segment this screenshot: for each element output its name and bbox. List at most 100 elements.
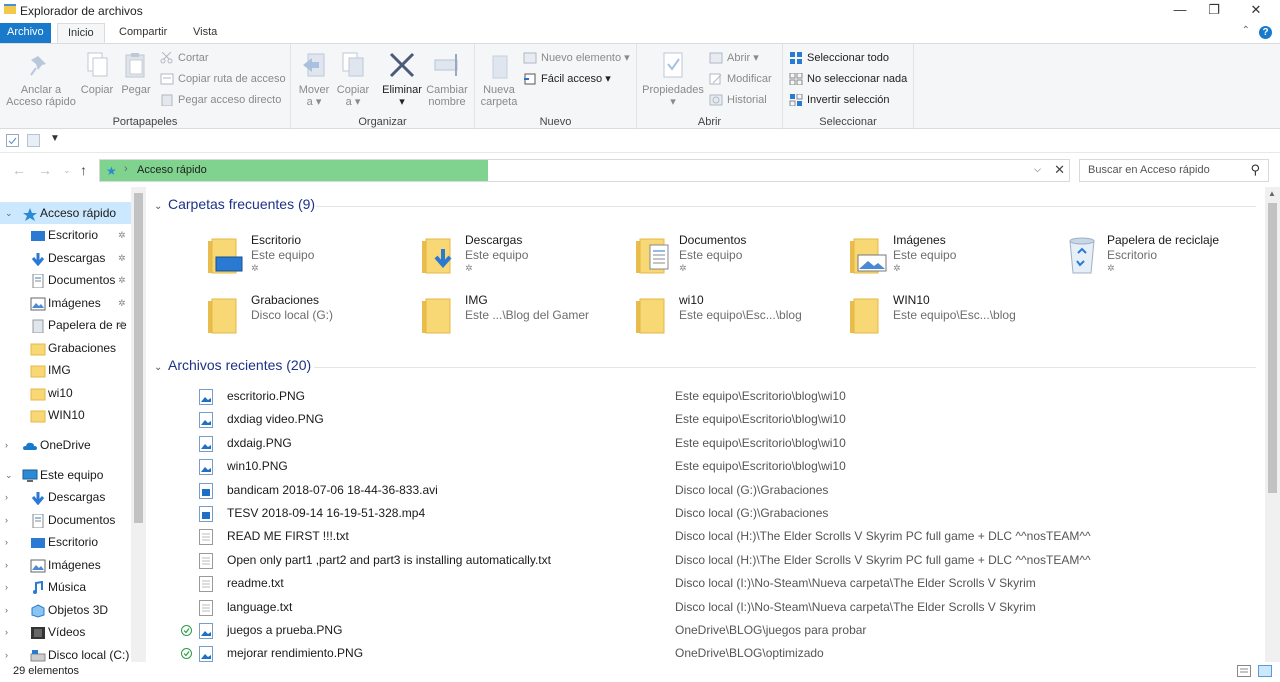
frequent-folder-tile[interactable]: Papelera de reciclaje Escritorio ✲ (1062, 229, 1265, 279)
content-scrollbar-thumb[interactable] (1268, 203, 1277, 493)
recent-file-row[interactable]: READ ME FIRST !!!.txt Disco local (H:)\Th… (146, 525, 1265, 548)
nav-quick-item[interactable]: Grabaciones (0, 337, 131, 359)
content-scrollbar[interactable]: ▲ (1265, 187, 1280, 662)
frequent-folder-tile[interactable]: Escritorio Este equipo ✲ (206, 229, 416, 279)
select-all-button[interactable]: Seleccionar todo (787, 49, 889, 67)
back-arrow-icon[interactable]: ← (12, 162, 26, 178)
tab-compartir[interactable]: Compartir (109, 23, 177, 43)
nav-quick-item[interactable]: Papelera de re ✲ (0, 314, 131, 336)
frequent-folder-tile[interactable]: Documentos Este equipo ✲ (634, 229, 844, 279)
recent-file-row[interactable]: dxdiag video.PNG Este equipo\Escritorio\b… (146, 408, 1265, 431)
history-button[interactable]: Historial (707, 91, 767, 109)
easy-access-button[interactable]: Fácil acceso ▾ (521, 70, 611, 88)
search-box[interactable]: Buscar en Acceso rápido ⚲ (1079, 159, 1269, 182)
copy-button[interactable]: Copiar (80, 50, 114, 96)
nav-quick-item[interactable]: wi10 (0, 382, 131, 404)
recent-file-row[interactable]: Open only part1 ,part2 and part3 is inst… (146, 549, 1265, 572)
move-to-button[interactable]: Mover a ▾ (297, 50, 331, 108)
recent-file-row[interactable]: language.txt Disco local (I:)\No-Steam\Nu… (146, 596, 1265, 619)
nav-quick-item[interactable]: IMG (0, 359, 131, 381)
recent-files-header[interactable]: ⌄ Archivos recientes (20) (154, 357, 311, 373)
expand-right-icon[interactable]: › (5, 599, 8, 621)
address-clear-icon[interactable]: ✕ (1054, 162, 1065, 178)
frequent-folder-tile[interactable]: Imágenes Este equipo ✲ (848, 229, 1058, 279)
breadcrumb-quick-access[interactable]: Acceso rápido (137, 164, 207, 176)
nav-quick-item[interactable]: Descargas ✲ (0, 247, 131, 269)
nav-pc-item[interactable]: › Vídeos (0, 621, 131, 643)
copy-to-button[interactable]: Copiar a ▾ (336, 50, 370, 108)
expand-right-icon[interactable]: › (5, 576, 8, 598)
expand-right-icon[interactable]: › (5, 509, 8, 531)
edit-button[interactable]: Modificar (707, 70, 772, 88)
nav-onedrive[interactable]: › OneDrive (0, 434, 131, 456)
nav-pc-item[interactable]: › Escritorio (0, 531, 131, 553)
delete-button[interactable]: Eliminar ▾ (380, 50, 424, 108)
nav-quick-item[interactable]: Imágenes ✲ (0, 292, 131, 314)
expand-right-icon[interactable]: › (5, 621, 8, 643)
expand-down-icon[interactable]: ⌄ (5, 464, 13, 486)
nav-quick-item[interactable]: Documentos ✲ (0, 269, 131, 291)
nav-pc-item[interactable]: › Descargas (0, 486, 131, 508)
paste-shortcut-button[interactable]: Pegar acceso directo (158, 91, 281, 109)
nav-quick-item[interactable]: WIN10 (0, 404, 131, 426)
details-view-icon[interactable] (1237, 665, 1251, 680)
paste-button[interactable]: Pegar (118, 50, 154, 96)
recent-file-row[interactable]: juegos a prueba.PNG OneDrive\BLOG\juegos … (146, 619, 1265, 642)
recent-file-row[interactable]: dxdaig.PNG Este equipo\Escritorio\blog\wi… (146, 432, 1265, 455)
new-folder-button[interactable]: Nueva carpeta (479, 50, 519, 108)
address-bar[interactable]: ★ › Acceso rápido ⌵ ✕ (99, 159, 1070, 182)
new-folder-qat-icon[interactable] (27, 134, 40, 150)
expand-right-icon[interactable]: › (5, 554, 8, 576)
properties-qat-icon[interactable] (6, 134, 19, 150)
frequent-folder-tile[interactable]: wi10 Este equipo\Esc...\blog (634, 289, 844, 339)
nav-quick-item[interactable]: Escritorio ✲ (0, 224, 131, 246)
expand-right-icon[interactable]: › (5, 644, 8, 663)
address-dropdown-icon[interactable]: ⌵ (1034, 164, 1041, 175)
recent-file-row[interactable]: TESV 2018-09-14 16-19-51-328.mp4 Disco lo… (146, 502, 1265, 525)
nav-pc-item[interactable]: › Imágenes (0, 554, 131, 576)
nav-pc-item[interactable]: › Música (0, 576, 131, 598)
close-button[interactable]: ✕ (1236, 0, 1276, 22)
nav-pc-item[interactable]: › Documentos (0, 509, 131, 531)
rename-button[interactable]: Cambiar nombre (425, 50, 469, 108)
frequent-folder-tile[interactable]: IMG Este ...\Blog del Gamer (420, 289, 630, 339)
invert-selection-button[interactable]: Invertir selección (787, 91, 890, 109)
up-arrow-icon[interactable]: ↑ (80, 162, 87, 178)
pin-quick-access-button[interactable]: Anclar a Acceso rápido (4, 50, 78, 108)
recent-file-row[interactable]: escritorio.PNG Este equipo\Escritorio\blo… (146, 385, 1265, 408)
recent-file-row[interactable]: bandicam 2018-07-06 18-44-36-833.avi Disc… (146, 479, 1265, 502)
nav-this-pc[interactable]: ⌄ Este equipo (0, 464, 131, 486)
recent-file-row[interactable]: readme.txt Disco local (I:)\No-Steam\Nuev… (146, 572, 1265, 595)
recent-file-row[interactable]: mejorar rendimiento.PNG OneDrive\BLOG\opt… (146, 642, 1265, 662)
frequent-folder-tile[interactable]: Grabaciones Disco local (G:) (206, 289, 416, 339)
expand-right-icon[interactable]: › (5, 531, 8, 553)
nav-scrollbar[interactable] (131, 187, 146, 662)
collapse-ribbon-icon[interactable]: ⌃ (1242, 25, 1250, 36)
large-icons-view-icon[interactable] (1258, 665, 1272, 680)
customize-qat-icon[interactable]: ▼ (50, 133, 60, 144)
help-icon[interactable]: ? (1259, 26, 1272, 39)
expand-right-icon[interactable]: › (5, 434, 8, 456)
frequent-folder-tile[interactable]: Descargas Este equipo ✲ (420, 229, 630, 279)
copy-path-button[interactable]: Copiar ruta de acceso (158, 70, 286, 88)
scroll-up-icon[interactable]: ▲ (1268, 189, 1276, 198)
cut-button[interactable]: Cortar (158, 49, 209, 67)
recent-locations-icon[interactable]: ⌄ (63, 165, 71, 176)
recent-file-row[interactable]: win10.PNG Este equipo\Escritorio\blog\wi1… (146, 455, 1265, 478)
nav-scrollbar-thumb[interactable] (134, 193, 143, 523)
nav-pc-item[interactable]: › Objetos 3D (0, 599, 131, 621)
forward-arrow-icon[interactable]: → (38, 162, 52, 178)
tab-archivo[interactable]: Archivo (0, 23, 51, 43)
nav-pc-item[interactable]: › Disco local (C:) (0, 644, 131, 663)
maximize-button[interactable]: ❐ (1194, 0, 1234, 22)
properties-button[interactable]: Propiedades ▾ (641, 50, 705, 108)
search-icon[interactable]: ⚲ (1250, 162, 1260, 178)
open-button[interactable]: Abrir ▾ (707, 49, 759, 67)
frequent-folders-header[interactable]: ⌄ Carpetas frecuentes (9) (154, 196, 315, 212)
expand-down-icon[interactable]: ⌄ (5, 202, 13, 224)
nav-quick-access[interactable]: ⌄ Acceso rápido (0, 202, 131, 224)
expand-right-icon[interactable]: › (5, 486, 8, 508)
frequent-folder-tile[interactable]: WIN10 Este equipo\Esc...\blog (848, 289, 1058, 339)
tab-inicio[interactable]: Inicio (57, 23, 105, 43)
tab-vista[interactable]: Vista (183, 23, 227, 43)
